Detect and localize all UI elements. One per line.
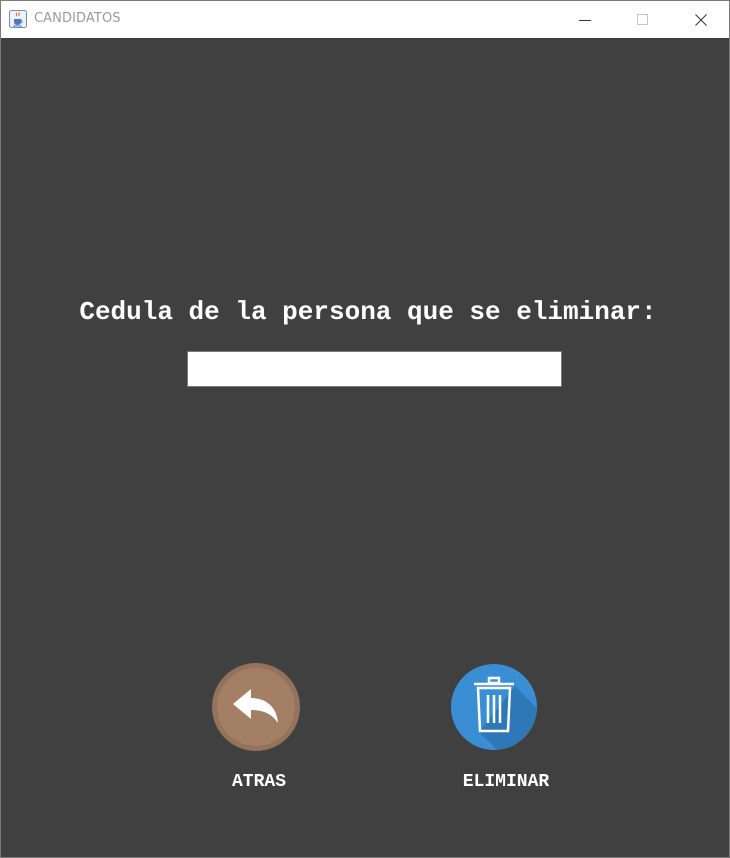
maximize-icon bbox=[637, 13, 648, 25]
close-icon bbox=[695, 13, 707, 26]
delete-button[interactable] bbox=[449, 662, 539, 752]
minimize-button[interactable] bbox=[556, 1, 614, 38]
window-title: CANDIDATOS bbox=[34, 11, 121, 26]
back-button[interactable] bbox=[211, 662, 301, 752]
close-button[interactable] bbox=[672, 1, 729, 38]
maximize-button[interactable] bbox=[614, 1, 672, 38]
minimize-icon bbox=[579, 19, 591, 21]
java-cup-icon bbox=[9, 10, 27, 28]
cedula-input[interactable] bbox=[187, 351, 562, 387]
content-panel: Cedula de la persona que se eliminar: AT… bbox=[1, 38, 729, 857]
delete-label[interactable]: ELIMINAR bbox=[441, 772, 571, 792]
app-window: CANDIDATOS Cedula de la persona que se e… bbox=[0, 0, 730, 858]
back-label[interactable]: ATRAS bbox=[209, 772, 309, 792]
title-bar[interactable]: CANDIDATOS bbox=[1, 1, 729, 38]
cedula-prompt-label: Cedula de la persona que se eliminar: bbox=[79, 297, 657, 327]
